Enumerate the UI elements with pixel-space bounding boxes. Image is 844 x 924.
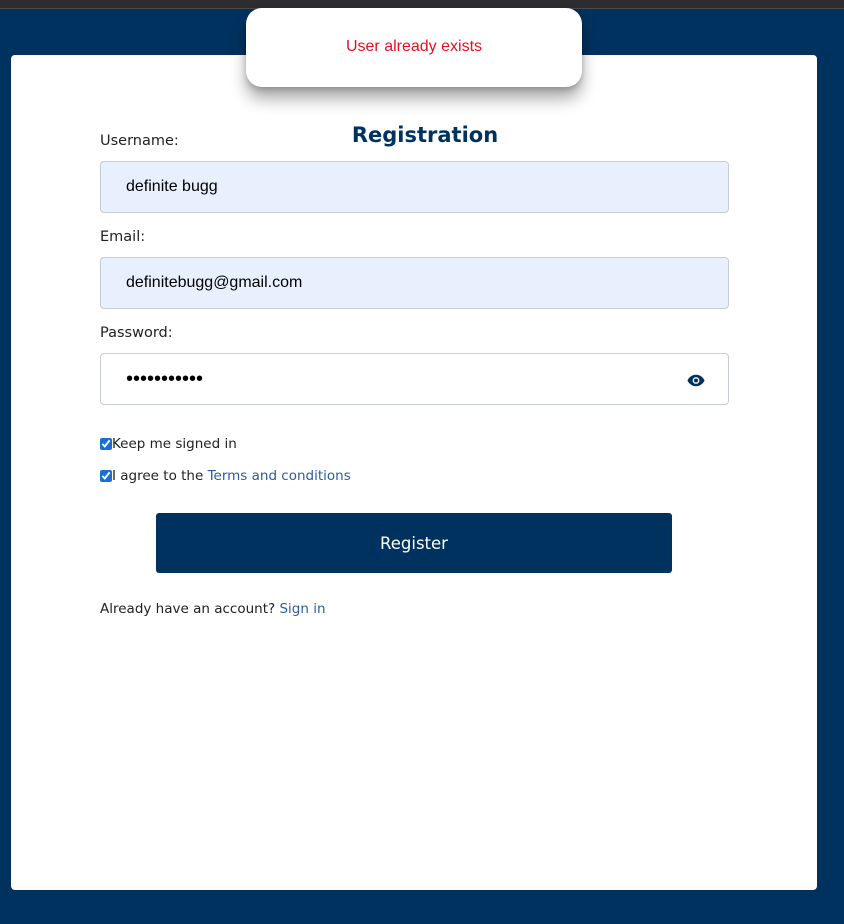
register-button[interactable]: Register bbox=[156, 513, 672, 573]
password-label: Password: bbox=[100, 325, 173, 341]
terms-option: I agree to the Terms and conditions bbox=[100, 468, 351, 484]
toast-message: User already exists bbox=[345, 38, 483, 55]
username-label: Username: bbox=[100, 133, 179, 149]
keep-signed-in-label: Keep me signed in bbox=[112, 436, 237, 452]
signin-prompt: Already have an account? Sign in bbox=[100, 601, 326, 617]
signin-link[interactable]: Sign in bbox=[279, 601, 325, 617]
keep-signed-in-option[interactable]: Keep me signed in bbox=[100, 436, 237, 452]
error-toast: User already exists bbox=[246, 8, 582, 87]
email-label: Email: bbox=[100, 229, 146, 245]
terms-link[interactable]: Terms and conditions bbox=[208, 468, 351, 484]
signin-prefix: Already have an account? bbox=[100, 601, 280, 617]
terms-checkbox[interactable] bbox=[100, 470, 112, 482]
show-password-button[interactable] bbox=[684, 369, 708, 391]
eye-icon bbox=[687, 374, 705, 386]
terms-prefix: I agree to the bbox=[112, 468, 208, 484]
username-input[interactable] bbox=[100, 161, 729, 213]
keep-signed-in-checkbox[interactable] bbox=[100, 438, 112, 450]
email-input[interactable] bbox=[100, 257, 729, 309]
password-input[interactable] bbox=[100, 353, 729, 405]
